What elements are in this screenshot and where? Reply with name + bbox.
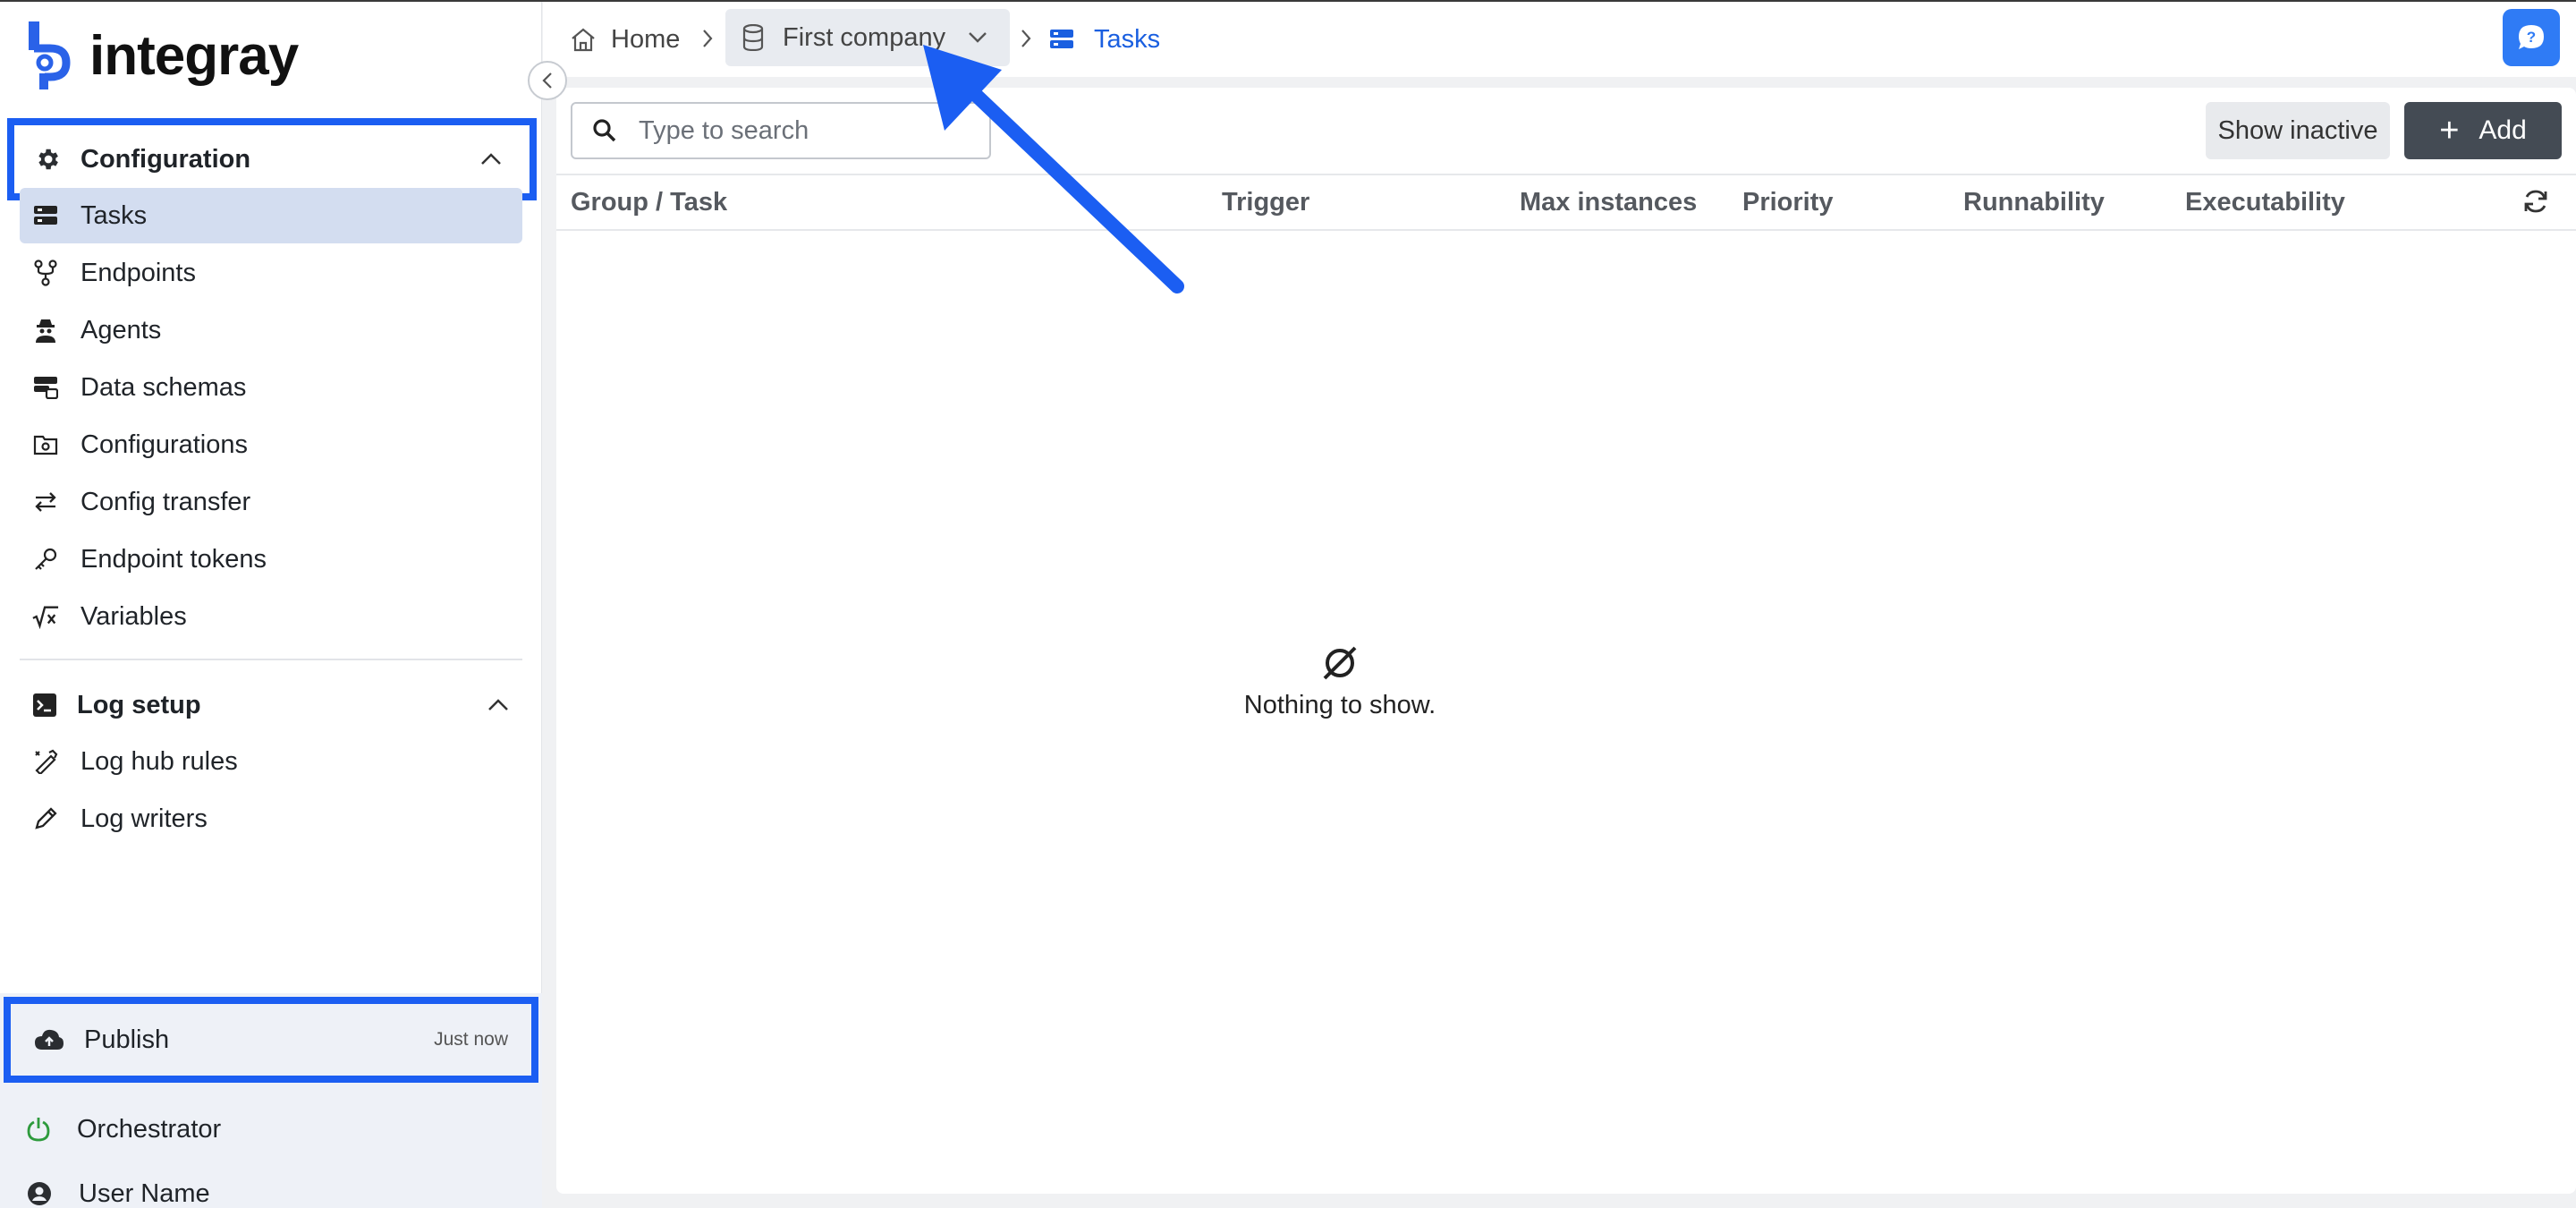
sidebar-item-configurations[interactable]: Configurations [20,417,522,472]
pencil-icon [32,805,59,832]
sidebar: integray Configuration Tasks Endpoints A… [0,2,542,1208]
sidebar-item-data-schemas[interactable]: Data schemas [20,360,522,415]
search-box[interactable] [571,102,991,159]
collapse-sidebar-button[interactable] [528,61,567,100]
chevron-right-icon [1021,30,1031,47]
tasks-icon [32,202,59,229]
sidebar-item-label: Tasks [80,200,148,230]
section-log-setup-title: Log setup [77,690,201,719]
sidebar-item-variables[interactable]: Variables [20,589,522,644]
agent-icon [32,317,59,344]
chevron-up-icon[interactable] [487,696,510,714]
chevron-up-icon[interactable] [479,150,503,168]
svg-text:?: ? [2527,29,2536,46]
sidebar-item-label: Endpoints [80,258,196,287]
column-max-instances[interactable]: Max instances [1520,175,1697,229]
sidebar-item-label: Agents [80,315,162,345]
endpoints-icon [32,259,59,286]
chat-help-icon: ? [2519,25,2544,49]
home-icon [572,28,595,52]
chevron-right-icon [703,30,713,47]
table-header: Group / Task Trigger Max instances Prior… [556,174,2576,231]
empty-state-message: Nothing to show. [1243,691,1436,719]
logo[interactable]: integray [27,20,299,91]
sidebar-item-label: Config transfer [80,487,251,516]
column-priority[interactable]: Priority [1742,175,1834,229]
transfer-icon [32,489,59,515]
sidebar-item-config-transfer[interactable]: Config transfer [20,474,522,530]
breadcrumb-tasks[interactable]: Tasks [1049,2,1160,77]
empty-state: Nothing to show. [556,642,2123,720]
column-runnability[interactable]: Runnability [1963,175,2105,229]
orchestrator-item[interactable]: Orchestrator [27,1102,221,1156]
breadcrumb-company-label: First company [783,22,946,52]
sidebar-item-agents[interactable]: Agents [20,302,522,358]
search-input[interactable] [639,115,979,146]
chevron-down-icon [969,32,987,43]
sidebar-item-label: Variables [80,601,187,631]
user-menu[interactable]: User Name [27,1167,210,1208]
sidebar-bottom: Publish Just now Orchestrator User Name [0,993,542,1208]
user-avatar-icon [28,1182,51,1205]
sidebar-item-endpoint-tokens[interactable]: Endpoint tokens [20,532,522,587]
sidebar-item-log-writers[interactable]: Log writers [20,791,522,846]
section-configuration-title: Configuration [80,144,251,174]
user-name-label: User Name [79,1178,210,1208]
tasks-panel: Show inactive + Add Group / Task Trigger… [556,88,2576,1194]
breadcrumb-tasks-label: Tasks [1094,24,1161,54]
empty-set-icon [1323,646,1357,680]
data-schema-icon [32,374,59,401]
chevron-left-icon [542,72,552,89]
add-button-label: Add [2479,115,2527,145]
search-icon [593,119,616,142]
tasks-icon [1050,30,1073,48]
configurations-icon [32,431,59,458]
refresh-icon[interactable] [2522,188,2549,215]
variables-icon [32,603,59,630]
publish-button[interactable]: Publish Just now [4,997,538,1083]
column-executability[interactable]: Executability [2185,175,2345,229]
sidebar-item-label: Configurations [80,430,248,459]
column-group-task[interactable]: Group / Task [571,175,727,229]
breadcrumb: Home First company Tasks ? [543,2,2576,77]
power-icon [27,1118,50,1142]
terminal-icon [33,693,56,717]
cloud-upload-icon [35,1029,64,1050]
integray-logo-icon [29,21,71,89]
gear-icon [38,149,58,170]
publish-label: Publish [84,1025,170,1054]
add-button[interactable]: + Add [2404,102,2562,159]
sidebar-divider [20,659,522,660]
sidebar-item-label: Data schemas [80,372,247,402]
database-icon [742,24,764,51]
publish-time: Just now [434,1029,508,1050]
orchestrator-label: Orchestrator [77,1114,222,1144]
plus-icon: + [2439,111,2460,149]
sidebar-item-log-hub-rules[interactable]: Log hub rules [20,734,522,789]
sidebar-item-endpoints[interactable]: Endpoints [20,245,522,301]
breadcrumb-home-label: Home [611,24,681,54]
sidebar-item-tasks[interactable]: Tasks [20,188,522,243]
key-icon [32,546,59,573]
logo-text: integray [89,24,299,87]
sidebar-item-label: Endpoint tokens [80,544,267,574]
show-inactive-button[interactable]: Show inactive [2206,102,2390,159]
help-chat-button[interactable]: ? [2503,9,2560,66]
log-hub-rules-icon [32,748,59,775]
breadcrumb-home[interactable]: Home [570,2,680,77]
sidebar-item-label: Log writers [80,804,208,833]
breadcrumb-company-dropdown[interactable]: First company [725,9,1011,66]
column-trigger[interactable]: Trigger [1222,175,1309,229]
sidebar-item-label: Log hub rules [80,746,238,776]
